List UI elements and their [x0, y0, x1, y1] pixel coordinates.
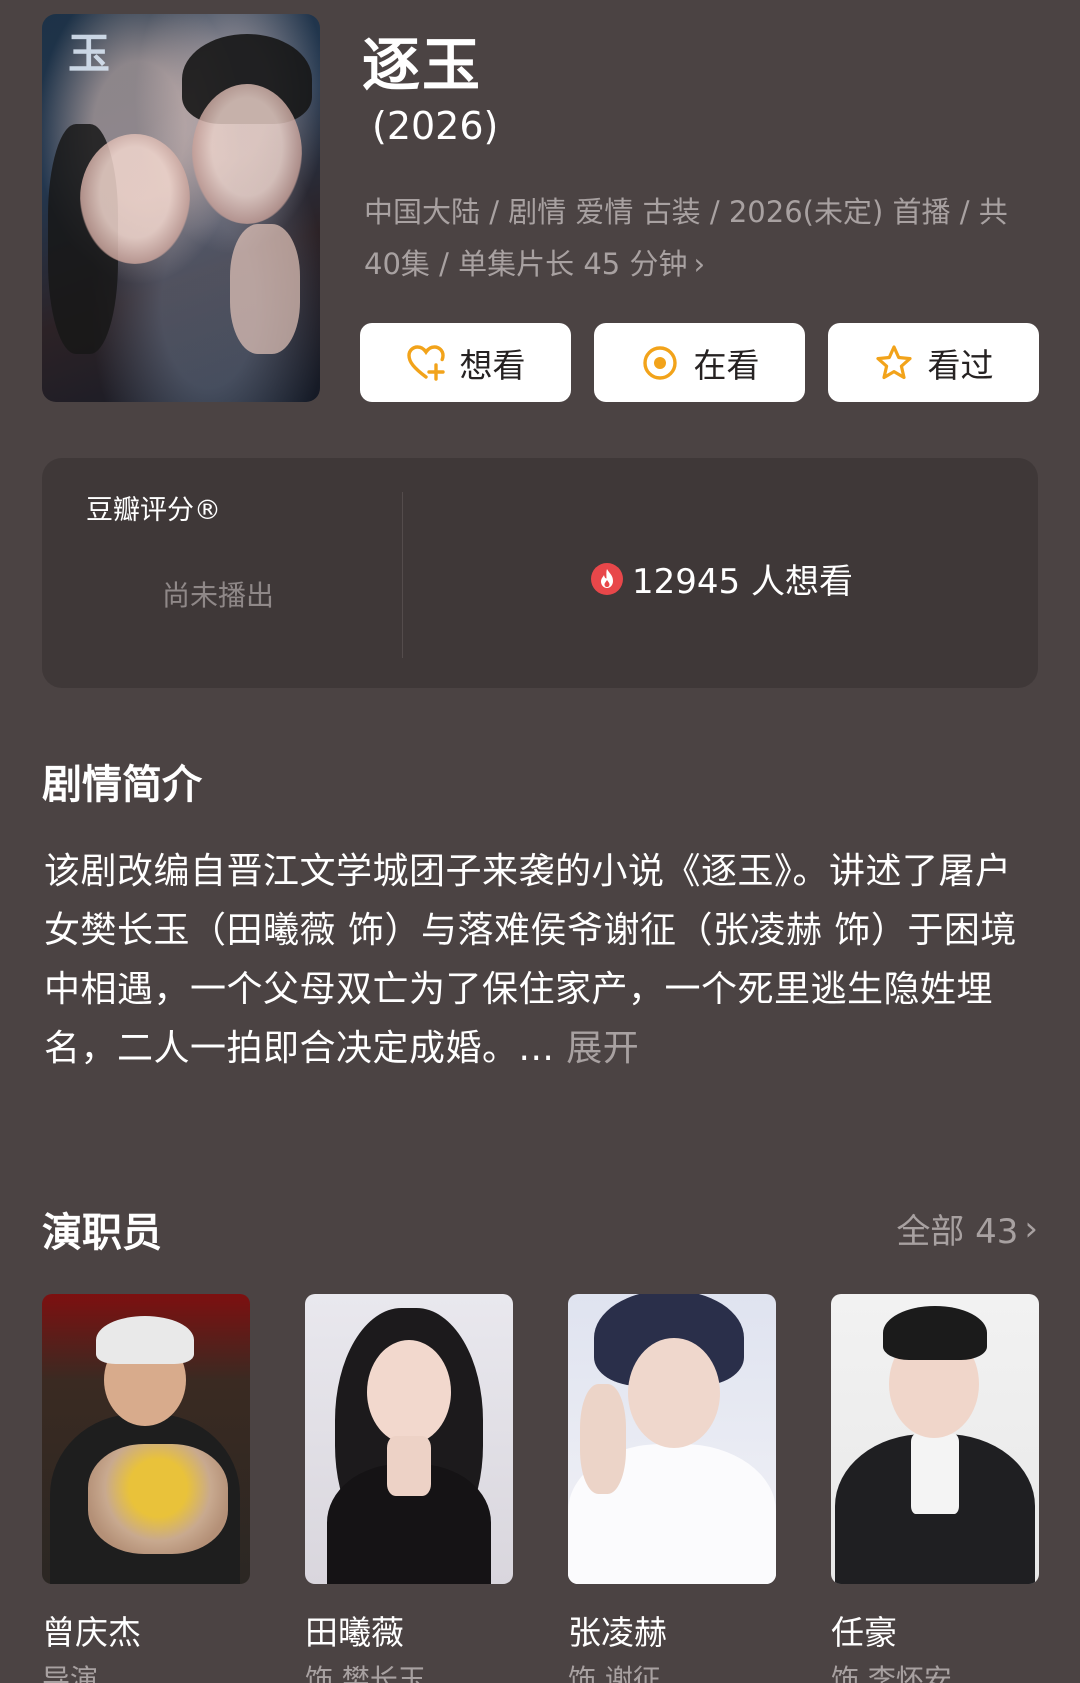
show-meta[interactable]: 中国大陆 / 剧情 爱情 古装 / 2026(未定) 首播 / 共 40集 / … — [364, 186, 1044, 290]
watching-label: 在看 — [693, 345, 760, 385]
cast-member[interactable]: 曾庆杰 导演 — [42, 1294, 250, 1683]
photo-figure-hand — [580, 1384, 626, 1494]
cast-role: 导演 — [42, 1663, 99, 1683]
photo-figure-face — [367, 1340, 451, 1444]
wish-count: 12945 人想看 — [590, 554, 853, 603]
cast-role: 饰 李怀安 — [831, 1663, 952, 1683]
rating-divider — [402, 492, 403, 658]
want-to-watch-button[interactable]: 想看 — [360, 323, 571, 402]
watched-label: 看过 — [927, 345, 994, 385]
photo-figure-neck — [387, 1436, 431, 1496]
rating-card[interactable]: 豆瓣评分® 尚未播出 12945 人想看 — [42, 458, 1038, 688]
target-icon — [642, 345, 677, 380]
cast-heading: 演职员 — [42, 1210, 162, 1256]
cast-member[interactable]: 张凌赫 饰 谢征 — [568, 1294, 776, 1683]
star-icon — [875, 344, 912, 379]
watching-button[interactable]: 在看 — [594, 323, 805, 402]
cast-photo — [831, 1294, 1039, 1584]
synopsis-text: 该剧改编自晋江文学城团子来袭的小说《逐玉》。讲述了屠户女樊长玉（田曦薇 饰）与落… — [44, 851, 1017, 1069]
rating-label: 豆瓣评分® — [86, 495, 221, 526]
photo-figure-shirt — [911, 1434, 959, 1514]
photo-bouquet — [88, 1444, 228, 1554]
synopsis-text-block[interactable]: 该剧改编自晋江文学城团子来袭的小说《逐玉》。讲述了屠户女樊长玉（田曦薇 饰）与落… — [44, 842, 1034, 1078]
cast-photo — [305, 1294, 513, 1584]
cast-name: 张凌赫 — [568, 1613, 667, 1652]
cast-all-link[interactable]: 全部 43 › — [896, 1204, 1038, 1253]
show-title: 逐玉 — [362, 31, 483, 99]
synopsis-heading: 剧情简介 — [42, 762, 202, 808]
chevron-right-icon: › — [1024, 1208, 1038, 1249]
chevron-right-icon: › — [693, 247, 706, 281]
expand-link[interactable]: 展开 — [566, 1028, 639, 1069]
cast-name: 田曦薇 — [305, 1613, 404, 1652]
watched-button[interactable]: 看过 — [828, 323, 1039, 402]
cast-role: 饰 谢征 — [568, 1663, 661, 1683]
cast-member[interactable]: 田曦薇 饰 樊长玉 — [305, 1294, 513, 1683]
photo-figure-face — [628, 1338, 720, 1448]
cast-role: 饰 樊长玉 — [305, 1663, 426, 1683]
show-poster[interactable]: 玉 — [42, 14, 320, 402]
show-meta-text: 中国大陆 / 剧情 爱情 古装 / 2026(未定) 首播 / 共 40集 / … — [364, 195, 1008, 281]
rating-status: 尚未播出 — [162, 579, 275, 612]
poster-figure-hand — [230, 224, 300, 354]
cast-photo — [568, 1294, 776, 1584]
photo-figure-hair — [883, 1306, 987, 1360]
wish-count-text: 12945 人想看 — [632, 562, 853, 602]
want-to-watch-label: 想看 — [459, 345, 526, 385]
cast-name: 任豪 — [831, 1613, 897, 1652]
action-buttons: 想看 在看 看过 — [360, 323, 1039, 402]
cast-photo — [42, 1294, 250, 1584]
poster-title-glyph: 玉 — [68, 29, 111, 78]
cast-member[interactable]: 任豪 饰 李怀安 — [831, 1294, 1039, 1683]
heart-plus-icon — [406, 344, 445, 381]
poster-figure-face — [192, 84, 302, 224]
cast-all-label: 全部 43 — [896, 1212, 1019, 1252]
fire-icon — [591, 562, 623, 595]
show-year: (2026) — [372, 104, 499, 148]
cast-list: 曾庆杰 导演 田曦薇 饰 樊长玉 张凌赫 饰 谢征 任豪 饰 李怀安 — [42, 1294, 1039, 1683]
poster-figure-face — [80, 134, 190, 264]
photo-figure-cap — [96, 1316, 194, 1364]
cast-name: 曾庆杰 — [42, 1613, 141, 1652]
